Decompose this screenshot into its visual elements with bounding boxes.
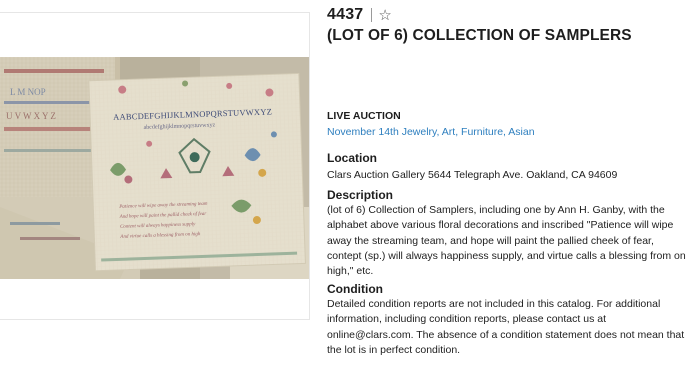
condition-text: Detailed condition reports are not inclu… xyxy=(327,298,685,356)
location-section: Location Clars Auction Gallery 5644 Tele… xyxy=(327,151,687,183)
left-sampler-text: L M NOP xyxy=(10,87,46,97)
description-section: Description (lot of 6) Collection of Sam… xyxy=(327,188,687,279)
star-outline-icon[interactable]: ☆ xyxy=(378,8,391,23)
lot-details: LIVE AUCTION November 14th Jewelry, Art,… xyxy=(327,110,687,358)
condition-heading: Condition xyxy=(327,282,383,297)
lot-number: 4437 xyxy=(327,6,364,23)
auction-type: LIVE AUCTION xyxy=(327,110,401,122)
description-heading: Description xyxy=(327,188,394,203)
left-sampler-text: U V W X Y Z xyxy=(6,111,56,121)
auction-link[interactable]: November 14th Jewelry, Art, Furniture, A… xyxy=(327,126,687,138)
lot-header: 4437 ☆ xyxy=(327,6,392,24)
lot-photo-samplers[interactable]: L M NOP U V W X Y Z AABCDEFGHIJKLMNOPQRS… xyxy=(0,57,309,279)
condition-section: Condition Detailed condition reports are… xyxy=(327,282,687,358)
location-heading: Location xyxy=(327,151,377,165)
divider xyxy=(371,8,373,22)
location-text: Clars Auction Gallery 5644 Telegraph Ave… xyxy=(327,169,618,181)
lot-image-frame[interactable]: L M NOP U V W X Y Z AABCDEFGHIJKLMNOPQRS… xyxy=(0,12,310,320)
description-text: (lot of 6) Collection of Samplers, inclu… xyxy=(327,204,686,278)
lot-title: (LOT OF 6) COLLECTION OF SAMPLERS xyxy=(327,27,632,44)
